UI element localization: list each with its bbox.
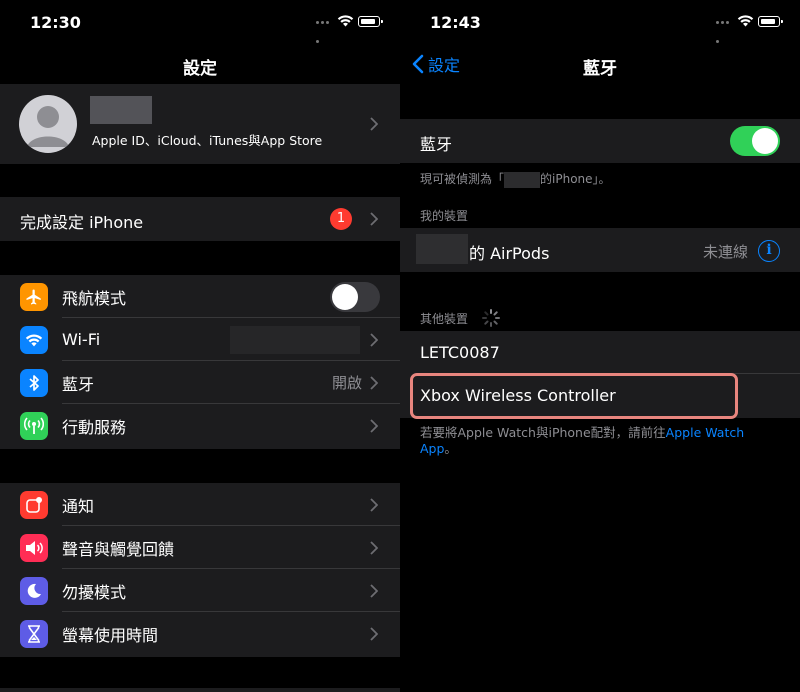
- notifications-icon: [20, 490, 48, 519]
- airplane-mode-toggle[interactable]: [330, 282, 380, 312]
- do-not-disturb-row[interactable]: 勿擾模式: [0, 569, 400, 612]
- hourglass-icon: [20, 619, 48, 648]
- device-name: LETC0087: [420, 343, 500, 362]
- finish-setup-label: 完成設定 iPhone: [20, 213, 144, 232]
- status-bar: 12:43: [400, 0, 800, 44]
- airplane-icon: [20, 282, 48, 311]
- chevron-right-icon: [370, 375, 378, 390]
- apple-watch-pairing-note: 若要將Apple Watch與iPhone配對，請前往Apple Watch A…: [420, 425, 745, 456]
- moon-icon: [20, 576, 48, 605]
- discoverable-note: 現可被偵測為「 的iPhone」。: [420, 171, 611, 188]
- airpods-name: 的 AirPods: [469, 244, 550, 263]
- highlight-box: [410, 373, 738, 419]
- bluetooth-toggle-row: 藍牙: [400, 119, 800, 163]
- airpods-owner-redacted: [416, 234, 468, 264]
- page-title: 藍牙: [583, 59, 617, 79]
- settings-screen: 12:30 設定 Apple ID、iCloud、iTunes與App Stor…: [0, 0, 400, 692]
- chevron-right-icon: [370, 497, 378, 512]
- airpods-row[interactable]: 的 AirPods 未連線 i: [400, 228, 800, 272]
- airpods-status: 未連線: [702, 243, 748, 261]
- status-time: 12:43: [430, 13, 481, 32]
- chevron-right-icon: [370, 540, 378, 555]
- sounds-icon: [20, 533, 48, 562]
- bluetooth-row[interactable]: 藍牙 開啟: [0, 361, 400, 404]
- chevron-right-icon: [370, 332, 378, 347]
- device-name-redacted: [504, 171, 541, 188]
- signal-dots-icon: [316, 21, 334, 43]
- cellular-row[interactable]: 行動服務: [0, 404, 400, 447]
- status-bar: 12:30: [0, 0, 400, 44]
- screen-time-label: 螢幕使用時間: [62, 625, 159, 645]
- wifi-icon: [20, 325, 48, 354]
- apple-id-profile-row[interactable]: Apple ID、iCloud、iTunes與App Store: [0, 84, 400, 164]
- battery-icon: [758, 16, 783, 27]
- status-time: 12:30: [30, 13, 81, 32]
- sounds-label: 聲音與觸覺回饋: [62, 539, 175, 559]
- bluetooth-screen: 12:43 設定 藍牙 藍牙 現可被偵測為「 的iPhone」。 我的裝置 的 A…: [400, 0, 800, 692]
- wifi-network-redacted: [230, 326, 360, 354]
- cellular-icon: [20, 411, 48, 440]
- profile-subtitle: Apple ID、iCloud、iTunes與App Store: [92, 133, 323, 148]
- signal-dots-icon: [716, 21, 734, 43]
- profile-name-redacted: [90, 96, 152, 124]
- loading-spinner-icon: [482, 309, 500, 327]
- bluetooth-label: 藍牙: [62, 374, 95, 394]
- sounds-row[interactable]: 聲音與觸覺回饋: [0, 526, 400, 569]
- chevron-right-icon: [370, 583, 378, 598]
- bluetooth-toggle[interactable]: [730, 126, 780, 156]
- bluetooth-label: 藍牙: [420, 135, 453, 154]
- connectivity-group: 飛航模式 Wi-Fi 藍牙 開啟 行動服務: [0, 275, 400, 449]
- chevron-right-icon: [370, 212, 378, 226]
- airplane-mode-row[interactable]: 飛航模式: [0, 275, 400, 318]
- notifications-group: 通知 聲音與觸覺回饋 勿擾模式 螢幕使用時間: [0, 483, 400, 657]
- battery-icon: [358, 16, 383, 27]
- wifi-row[interactable]: Wi-Fi: [0, 318, 400, 361]
- next-group-edge: [0, 688, 400, 692]
- page-title: 設定: [183, 59, 217, 79]
- do-not-disturb-label: 勿擾模式: [62, 582, 127, 602]
- device-row[interactable]: LETC0087: [400, 331, 800, 374]
- info-icon[interactable]: i: [758, 240, 780, 262]
- finish-setup-row[interactable]: 完成設定 iPhone 1: [0, 197, 400, 241]
- airplane-mode-label: 飛航模式: [62, 288, 127, 308]
- notifications-label: 通知: [62, 496, 95, 516]
- wifi-status-icon: [737, 15, 754, 27]
- notifications-row[interactable]: 通知: [0, 483, 400, 526]
- screen-time-row[interactable]: 螢幕使用時間: [0, 612, 400, 655]
- bluetooth-icon: [20, 368, 48, 397]
- chevron-right-icon: [370, 418, 378, 433]
- bluetooth-status-value: 開啟: [331, 374, 362, 392]
- nav-bar: 設定: [0, 44, 400, 84]
- my-devices-header: 我的裝置: [420, 209, 469, 223]
- other-devices-header: 其他裝置: [420, 312, 469, 326]
- notification-badge: 1: [330, 208, 352, 230]
- avatar: [19, 95, 77, 153]
- chevron-right-icon: [370, 117, 378, 131]
- wifi-label: Wi-Fi: [62, 330, 101, 349]
- nav-bar: 設定 藍牙: [400, 44, 800, 84]
- wifi-status-icon: [337, 15, 354, 27]
- cellular-label: 行動服務: [62, 417, 127, 437]
- chevron-right-icon: [370, 626, 378, 641]
